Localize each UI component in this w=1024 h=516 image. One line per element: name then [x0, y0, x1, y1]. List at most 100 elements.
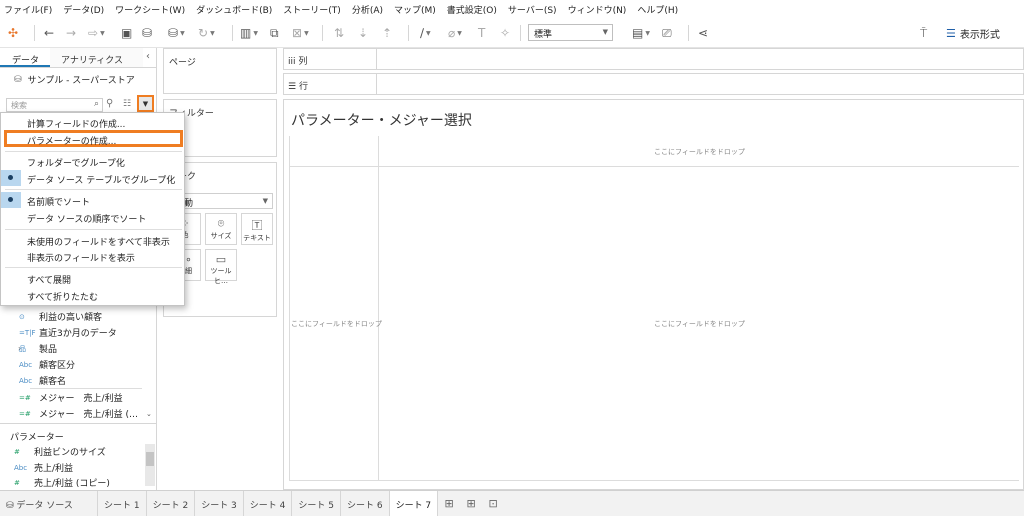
new-worksheet-icon[interactable]: ▥ ▼ — [240, 25, 258, 41]
tab-analytics[interactable]: アナリティクス — [50, 48, 143, 67]
menu-map[interactable]: マップ(M) — [394, 3, 436, 16]
fit-select[interactable]: 標準 ▼ — [528, 24, 613, 41]
new-datasource-icon[interactable]: ⛁ — [142, 25, 152, 41]
data-source-name: サンプル - スーパーストア — [27, 76, 135, 86]
menu-worksheet[interactable]: ワークシート(W) — [115, 3, 185, 16]
menu-story[interactable]: ストーリー(T) — [283, 3, 341, 16]
rows-shelf[interactable]: ☰ 行 — [283, 73, 1024, 95]
pages-card-title: ページ — [169, 58, 196, 68]
new-story-icon[interactable]: ⊡ — [482, 497, 504, 510]
tableau-logo-icon[interactable]: ✣ — [8, 25, 18, 41]
refresh-icon[interactable]: ↻ ▼ — [198, 25, 215, 41]
collapse-pane-icon[interactable]: ‹ — [146, 51, 150, 62]
drop-zone-columns[interactable]: ここにフィールドをドロップ — [654, 147, 745, 157]
data-source-tab-label: データ ソース — [16, 500, 73, 511]
scrollbar[interactable] — [145, 444, 155, 486]
menu-item-group-by-folder[interactable]: フォルダーでグループ化 — [27, 156, 125, 169]
sheet-tab[interactable]: シート 5 — [292, 490, 341, 516]
pane-menu-dropdown-button[interactable]: ▼ — [137, 95, 154, 112]
fit-select-value: 標準 — [534, 30, 553, 40]
sheet-tab-active[interactable]: シート 7 — [389, 490, 439, 516]
menu-item-show-hidden-fields[interactable]: 非表示のフィールドを表示 — [27, 251, 135, 264]
columns-shelf[interactable]: iii 列 — [283, 48, 1024, 70]
scroll-down-icon[interactable]: ⌄ — [146, 410, 152, 418]
string-param-icon: Abc — [14, 463, 28, 472]
menu-item-create-parameter[interactable]: パラメーターの作成... — [27, 134, 116, 147]
menu-item-group-by-table[interactable]: データ ソース テーブルでグループ化 — [27, 173, 175, 186]
mark-button-label: ツールヒ… — [210, 267, 232, 285]
menu-item-sort-by-name[interactable]: 名前順でソート — [27, 195, 90, 208]
sheet-tab[interactable]: シート 4 — [244, 490, 293, 516]
sheet-tab[interactable]: シート 2 — [147, 490, 196, 516]
new-dashboard-icon[interactable]: ⊞ — [460, 497, 482, 510]
hierarchy-icon: 品 — [19, 344, 26, 353]
label-icon[interactable]: T — [478, 25, 485, 41]
menu-item-hide-unused-fields[interactable]: 未使用のフィールドをすべて非表示 — [27, 235, 170, 248]
mark-button-label: テキスト — [243, 234, 271, 242]
menu-server[interactable]: サーバー(S) — [508, 3, 557, 16]
parameter-label: 利益ビンのサイズ — [34, 448, 106, 458]
drop-zone-center[interactable]: ここにフィールドをドロップ — [654, 319, 745, 329]
menu-item-collapse-all[interactable]: すべて折りたたむ — [27, 290, 98, 303]
field-item[interactable]: =# メジャー 売上/利益 — [19, 390, 123, 405]
number-param-icon: # — [14, 478, 20, 487]
group-icon[interactable]: ⌀ ▼ — [448, 25, 462, 41]
sheet-tab[interactable]: シート 3 — [195, 490, 244, 516]
field-search-input[interactable]: 検索 ⌕ — [6, 98, 103, 112]
filter-icon[interactable]: ⚲ — [106, 98, 113, 109]
menu-data[interactable]: データ(D) — [63, 3, 104, 16]
worksheet-title[interactable]: パラメーター・メジャー選択 — [291, 110, 472, 130]
undo-icon[interactable]: ← — [44, 25, 54, 41]
columns-icon: iii — [288, 57, 299, 67]
replay-icon[interactable]: ⇨ ▼ — [88, 25, 105, 41]
pin-icon[interactable]: ✧ — [500, 25, 510, 41]
text-mark-button[interactable]: 🅃 テキスト — [241, 213, 273, 245]
share-icon[interactable]: ⋖ — [698, 25, 708, 41]
show-me-button[interactable]: ☰ 表示形式 — [946, 26, 1000, 41]
format-painter-icon[interactable]: ⍑ — [920, 25, 927, 41]
duplicate-icon[interactable]: ⧉ — [270, 25, 279, 41]
sheet-tab[interactable]: シート 1 — [98, 490, 147, 516]
tooltip-mark-button[interactable]: ▭ ツールヒ… — [205, 249, 237, 285]
redo-icon[interactable]: → — [66, 25, 76, 41]
field-item[interactable]: Abc 顧客区分 — [19, 357, 75, 372]
menu-item-sort-by-source-order[interactable]: データ ソースの順序でソート — [27, 212, 146, 225]
parameter-item[interactable]: # 利益ビンのサイズ — [14, 444, 106, 459]
parameter-item[interactable]: # 売上/利益 (コピー) — [14, 475, 110, 490]
menu-analysis[interactable]: 分析(A) — [352, 3, 383, 16]
field-item[interactable]: Abc 顧客名 — [19, 373, 66, 388]
tab-data[interactable]: データ — [0, 48, 50, 67]
gridline — [289, 480, 1019, 481]
field-item[interactable]: 品 製品 — [19, 341, 57, 356]
sheet-tab[interactable]: シート 6 — [341, 490, 390, 516]
highlight-icon[interactable]: ∕ ▼ — [420, 25, 431, 41]
parameter-item[interactable]: Abc 売上/利益 — [14, 460, 73, 475]
menu-dashboard[interactable]: ダッシュボード(B) — [196, 3, 272, 16]
new-worksheet-icon[interactable]: ⊞ — [438, 497, 460, 510]
menu-item-expand-all[interactable]: すべて展開 — [27, 273, 71, 286]
view-list-icon[interactable]: ☷ — [123, 99, 131, 109]
datasource-add-icon[interactable]: ⛁ ▼ — [168, 25, 185, 41]
sort-desc-icon[interactable]: ⇡ — [382, 25, 392, 41]
size-mark-button[interactable]: ⌾ サイズ — [205, 213, 237, 245]
clear-sheet-icon[interactable]: ⊠ ▼ — [292, 25, 309, 41]
save-icon[interactable]: ▣ — [121, 25, 132, 41]
menu-format[interactable]: 書式設定(O) — [447, 3, 497, 16]
drop-zone-rows[interactable]: ここにフィールドをドロップ — [291, 319, 382, 329]
menu-file[interactable]: ファイル(F) — [4, 3, 52, 16]
field-item[interactable]: =# メジャー 売上/利益 (… — [19, 406, 138, 421]
menu-help[interactable]: ヘルプ(H) — [637, 3, 678, 16]
rows-icon: ☰ — [288, 82, 299, 92]
field-item[interactable]: ⊙ 利益の高い顧客 — [19, 309, 102, 324]
menu-window[interactable]: ウィンドウ(N) — [568, 3, 627, 16]
show-cards-icon[interactable]: ▤ ▼ — [632, 25, 650, 41]
presentation-icon[interactable]: ⎚ — [662, 25, 672, 41]
data-source-item[interactable]: ⛁ サンプル - スーパーストア — [14, 73, 135, 87]
pages-card[interactable]: ページ — [163, 48, 277, 94]
menu-item-create-calculated-field[interactable]: 計算フィールドの作成... — [27, 117, 125, 130]
data-source-tab[interactable]: ⛁ データ ソース — [0, 490, 98, 516]
swap-icon[interactable]: ⇅ — [334, 25, 344, 41]
scrollbar-thumb[interactable] — [146, 452, 154, 466]
sort-asc-icon[interactable]: ⇣ — [358, 25, 368, 41]
field-item[interactable]: =T|F 直近3か月のデータ — [19, 325, 117, 340]
